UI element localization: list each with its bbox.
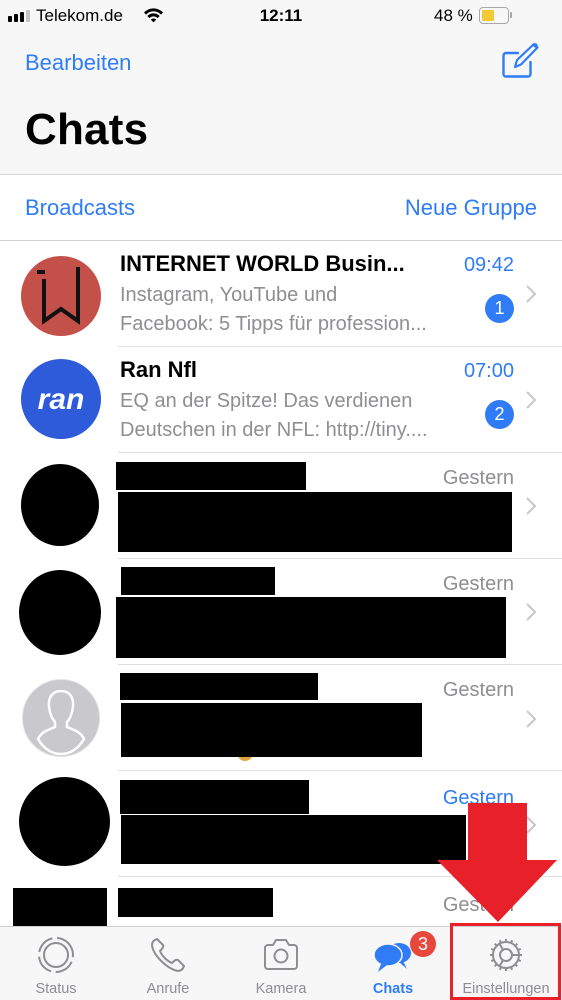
chat-time: 09:42 <box>463 254 514 276</box>
chat-time: Gestern <box>442 573 514 595</box>
tab-status[interactable]: Status <box>0 927 112 1000</box>
redacted-message <box>121 703 422 757</box>
redacted-avatar <box>13 888 107 930</box>
compose-icon[interactable] <box>500 42 540 80</box>
tab-label: Anrufe <box>146 981 190 997</box>
chat-time: Gestern <box>442 467 514 489</box>
chat-name: INTERNET WORLD Busin... <box>120 251 405 276</box>
gear-tooth <box>517 947 522 951</box>
chevron-right-icon <box>526 603 537 621</box>
chat-name: Ran Nfl <box>120 357 197 382</box>
broadcasts-button[interactable]: Broadcasts <box>25 195 135 221</box>
gear-tooth <box>493 963 498 968</box>
tab-label: Kamera <box>255 981 307 997</box>
tab-kamera[interactable]: Kamera <box>225 927 337 1000</box>
gear-tooth <box>493 942 498 947</box>
chat-row[interactable]: Gestern <box>0 453 562 559</box>
unread-badge: 1 <box>485 294 514 323</box>
gear-tooth <box>490 959 495 963</box>
chat-row[interactable]: ran Ran Nfl 07:00 EQ an der Spitze! Das … <box>0 347 562 453</box>
chevron-right-icon <box>526 285 537 303</box>
avatar-ran-logo: ran <box>21 359 101 439</box>
tab-label: Chats <box>372 981 414 997</box>
chat-time: 07:00 <box>463 360 514 382</box>
battery-percent: 48 % <box>434 6 473 25</box>
redacted-avatar <box>19 570 101 655</box>
tab-bar: Status Anrufe Kamera Chats 3 Einstellung… <box>0 926 562 1000</box>
chats-icon <box>373 943 411 972</box>
chevron-right-icon <box>526 391 537 409</box>
redacted-message <box>121 815 466 864</box>
redacted-name <box>120 673 318 700</box>
chat-time: Gestern <box>442 679 514 701</box>
battery-tip <box>510 12 512 18</box>
new-group-button[interactable]: Neue Gruppe <box>405 195 537 221</box>
redacted-avatar <box>21 464 99 546</box>
gear-tooth <box>490 947 495 951</box>
redacted-name <box>118 888 273 917</box>
chat-row[interactable]: Gestern <box>0 665 562 771</box>
chat-row[interactable]: Gestern <box>0 559 562 665</box>
avatar-internet-world-logo <box>21 256 101 336</box>
chat-message-line: Facebook: 5 Tipps für profession... <box>120 313 427 335</box>
chat-message-line: Deutschen in der NFL: http://tiny.... <box>120 419 428 441</box>
gear-icon <box>490 939 522 971</box>
camera-icon <box>264 939 298 970</box>
avatar-default-person <box>22 679 100 757</box>
chats-unread-badge: 3 <box>410 931 436 957</box>
phone-icon <box>151 938 185 972</box>
battery-fill <box>482 10 494 21</box>
gear-tooth <box>498 966 502 971</box>
page-title: Chats <box>25 105 149 154</box>
chat-message-line: Instagram, YouTube und <box>120 284 338 306</box>
status-time: 12:11 <box>259 6 303 25</box>
gear-tooth <box>498 939 502 944</box>
redacted-message <box>118 492 512 552</box>
edit-button[interactable]: Bearbeiten <box>25 50 131 76</box>
redacted-name <box>120 780 309 814</box>
chevron-right-icon <box>526 816 537 834</box>
tab-einstellungen[interactable]: Einstellungen <box>450 927 562 1000</box>
redacted-avatar <box>19 777 110 866</box>
redacted-name <box>121 567 275 595</box>
chat-row[interactable]: INTERNET WORLD Busin... 09:42 Instagram,… <box>0 241 562 347</box>
gear-tooth <box>514 963 519 968</box>
chat-message-line: EQ an der Spitze! Das verdienen <box>120 390 413 412</box>
actions-bar: Broadcasts Neue Gruppe <box>0 175 562 241</box>
chat-time: Gestern <box>442 787 514 809</box>
gear-tooth <box>510 966 514 971</box>
status-icon <box>38 937 74 973</box>
chevron-right-icon <box>526 497 537 515</box>
chat-row[interactable]: Gestern <box>0 771 562 877</box>
tab-label: Einstellungen <box>462 981 550 997</box>
redacted-message <box>116 597 506 658</box>
redacted-name <box>116 462 306 490</box>
gear-tooth <box>510 939 514 944</box>
battery-icon <box>479 7 509 24</box>
chat-time: Gestern <box>442 894 514 916</box>
gear-tooth <box>514 942 519 947</box>
unread-badge: 2 <box>485 400 514 429</box>
gear-tooth <box>517 959 522 963</box>
ran-logo-text: ran <box>38 383 85 416</box>
tab-anrufe[interactable]: Anrufe <box>112 927 224 1000</box>
tab-label: Status <box>35 981 77 997</box>
chevron-right-icon <box>526 710 537 728</box>
